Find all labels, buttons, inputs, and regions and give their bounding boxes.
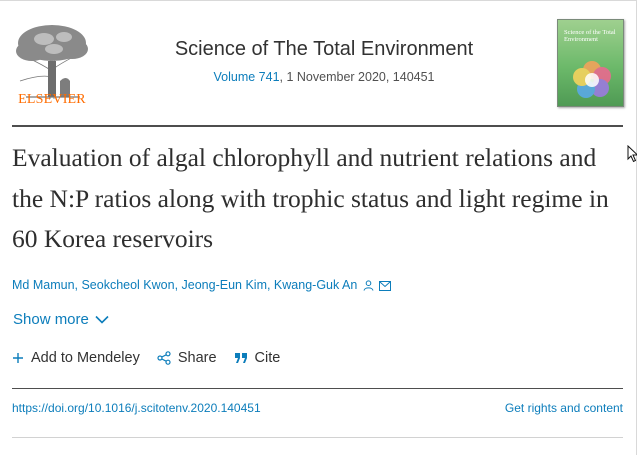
chevron-down-icon xyxy=(95,315,109,324)
volume-link[interactable]: Volume 741 xyxy=(214,70,280,84)
add-to-mendeley-label: Add to Mendeley xyxy=(31,350,140,366)
journal-cover-thumbnail[interactable]: Science of the Total Environment xyxy=(557,19,624,107)
cover-title: Science of the Total Environment xyxy=(564,29,616,43)
plus-icon xyxy=(13,353,23,363)
show-more-button[interactable]: Show more xyxy=(13,311,109,328)
quote-icon xyxy=(234,353,247,363)
add-to-mendeley-button[interactable]: Add to Mendeley xyxy=(12,350,140,366)
top-border xyxy=(0,0,637,1)
cover-flower-graphic xyxy=(573,61,611,98)
show-more-label: Show more xyxy=(13,311,89,328)
authors-text[interactable]: Md Mamun, Seokcheol Kwon, Jeong-Eun Kim,… xyxy=(12,278,357,292)
share-button[interactable]: Share xyxy=(157,350,217,366)
article-title: Evaluation of algal chlorophyll and nutr… xyxy=(12,143,609,253)
get-rights-link[interactable]: Get rights and content xyxy=(505,401,623,415)
cite-button[interactable]: Cite xyxy=(234,350,281,366)
issue-details: , 1 November 2020, 140451 xyxy=(279,70,435,84)
cite-label: Cite xyxy=(254,350,281,366)
doi-link[interactable]: https://doi.org/10.1016/j.scitotenv.2020… xyxy=(12,401,261,415)
issue-info: Volume 741, 1 November 2020, 140451 xyxy=(0,70,637,84)
envelope-icon[interactable] xyxy=(379,281,392,291)
mouse-cursor-icon xyxy=(627,145,637,163)
journal-title[interactable]: Science of The Total Environment xyxy=(0,38,637,61)
elsevier-wordmark: ELSEVIER xyxy=(18,92,86,107)
actions-divider xyxy=(12,388,623,389)
header-divider xyxy=(12,125,623,127)
article-actions: Add to Mendeley Share Cite xyxy=(12,350,297,366)
person-icon[interactable] xyxy=(363,280,374,291)
share-label: Share xyxy=(177,350,217,366)
author-list[interactable]: Md Mamun, Seokcheol Kwon, Jeong-Eun Kim,… xyxy=(12,278,392,292)
footer-divider xyxy=(12,437,623,438)
share-icon xyxy=(157,351,171,365)
